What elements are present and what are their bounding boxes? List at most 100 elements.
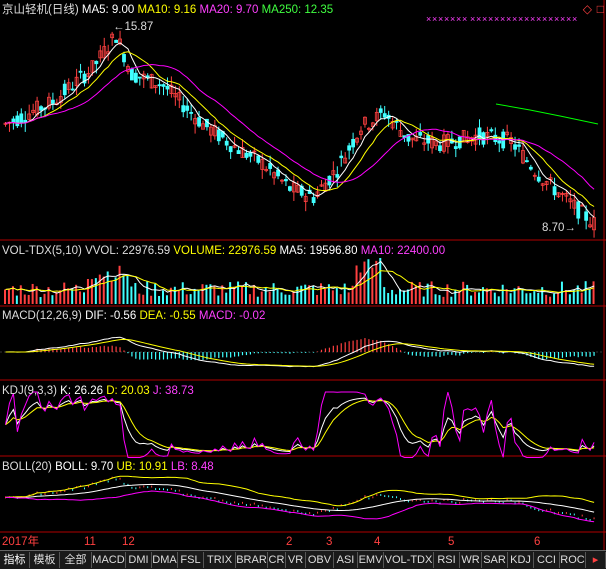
tab-trix[interactable]: TRIX <box>204 552 236 568</box>
candle-body <box>161 84 166 87</box>
volume-bar <box>316 294 319 304</box>
tab-wr[interactable]: WR <box>460 552 482 568</box>
volume-bar <box>118 265 121 304</box>
candle-body <box>165 85 170 90</box>
signal-marker: × <box>482 14 487 24</box>
ma10-line <box>5 51 595 207</box>
tab-roc[interactable]: ROC <box>560 552 586 568</box>
signal-markers: × × × × × × × × × × × × × × × × × × × × × × × × × <box>426 14 577 24</box>
tab-all[interactable]: 全部 <box>60 552 92 568</box>
low-value: 8.70 <box>542 222 565 234</box>
volume-bar <box>493 292 496 304</box>
volume-bar <box>51 295 54 304</box>
vol-ma5-label: MA5: 19596.80 <box>279 245 358 257</box>
volume-bar <box>557 292 559 304</box>
volume-bar <box>126 274 129 304</box>
signal-marker: × <box>470 14 475 24</box>
tab-dmi[interactable]: DMI <box>126 552 152 568</box>
candle-body <box>477 127 482 140</box>
x-tick-5: 4 <box>374 536 381 548</box>
candle-body <box>133 72 138 83</box>
tab-dma[interactable]: DMA <box>152 552 178 568</box>
stock-title: 京山轻机(日线) <box>2 4 79 16</box>
signal-marker: × <box>506 14 511 24</box>
signal-marker: × <box>512 14 517 24</box>
volume-bar <box>509 293 512 304</box>
volume-bar <box>339 294 342 304</box>
volume-bar <box>564 289 567 304</box>
tab-cci[interactable]: CCI <box>534 552 560 568</box>
candle-body <box>129 68 134 81</box>
boll-bands <box>5 475 595 523</box>
volume-bar <box>138 293 141 304</box>
kdj-title: KDJ(9,3,3) <box>2 385 57 397</box>
tab-more-icon[interactable]: ▸ <box>586 552 606 568</box>
candle-body <box>216 129 221 142</box>
signal-marker: × <box>530 14 535 24</box>
vol-ma10-line <box>5 270 595 293</box>
candle-body <box>256 155 261 163</box>
volume-bar <box>588 289 591 304</box>
volume-bar <box>110 280 113 304</box>
volume-bar <box>244 282 247 304</box>
candle-body <box>224 140 229 146</box>
candle-body <box>137 76 142 79</box>
signal-marker: × <box>456 14 461 24</box>
candle-body <box>418 132 423 136</box>
tab-fsl[interactable]: FSL <box>178 552 204 568</box>
volume-bar <box>521 288 524 304</box>
tab-vr[interactable]: VR <box>286 552 306 568</box>
volume-bar <box>280 292 283 304</box>
signal-marker: × <box>566 14 571 24</box>
volume-bar <box>225 292 228 304</box>
tab-indicator[interactable]: 指标 <box>0 552 30 568</box>
tab-rsi[interactable]: RSI <box>434 552 460 568</box>
ma20-line <box>5 63 595 190</box>
volume-bar <box>505 289 508 304</box>
tab-emv[interactable]: EMV <box>358 552 384 568</box>
signal-marker: × <box>500 14 505 24</box>
boll-title: BOLL(20) <box>2 461 52 473</box>
candle-body <box>284 179 288 182</box>
volume-bar <box>241 286 243 304</box>
expand-icon[interactable]: ◇ <box>583 2 592 16</box>
volume-bar <box>205 284 208 304</box>
candle-body <box>11 118 16 123</box>
volume-bar <box>83 292 85 304</box>
tab-macd[interactable]: MACD <box>92 552 126 568</box>
tab-brar[interactable]: BRAR <box>236 552 268 568</box>
tab-vol-tdx[interactable]: VOL-TDX <box>384 552 434 568</box>
candle-body <box>157 84 162 87</box>
ma10-label: MA10: 9.16 <box>137 4 197 16</box>
volume-bar <box>383 287 386 304</box>
tab-sar[interactable]: SAR <box>482 552 508 568</box>
volume-bar <box>162 290 164 304</box>
x-tick-6: 5 <box>448 536 455 548</box>
volume-bar <box>497 296 500 304</box>
volume-bar <box>525 293 528 304</box>
candlesticks <box>3 30 596 238</box>
x-tick-1: 11 <box>84 536 96 548</box>
ma20-label: MA20: 9.70 <box>199 4 259 16</box>
close-icon[interactable]: □ <box>597 2 604 16</box>
volume-bars <box>4 258 595 304</box>
volume-bar <box>402 290 405 304</box>
kdj-lines <box>5 391 595 458</box>
tab-template[interactable]: 模板 <box>30 552 60 568</box>
volume-bar <box>395 294 398 304</box>
volume-bar <box>537 292 540 304</box>
tab-kdj[interactable]: KDJ <box>508 552 534 568</box>
vol-header: VOL-TDX(5,10) VVOL: 22976.59 VOLUME: 229… <box>2 244 445 258</box>
volume-bar <box>501 284 504 304</box>
volume-bar <box>387 293 390 304</box>
candle-body <box>517 144 521 147</box>
volume-bar <box>252 284 255 304</box>
volume-bar <box>399 289 401 304</box>
signal-marker: × <box>536 14 541 24</box>
tab-obv[interactable]: OBV <box>306 552 334 568</box>
tab-cr[interactable]: CR <box>268 552 286 568</box>
tab-asi[interactable]: ASI <box>334 552 358 568</box>
high-arrow-icon: ← <box>113 21 125 33</box>
stock-chart[interactable]: × × × × × × × × × × × × × × × × × × × × × × × × × <box>0 0 606 568</box>
volume-bar <box>173 286 176 304</box>
